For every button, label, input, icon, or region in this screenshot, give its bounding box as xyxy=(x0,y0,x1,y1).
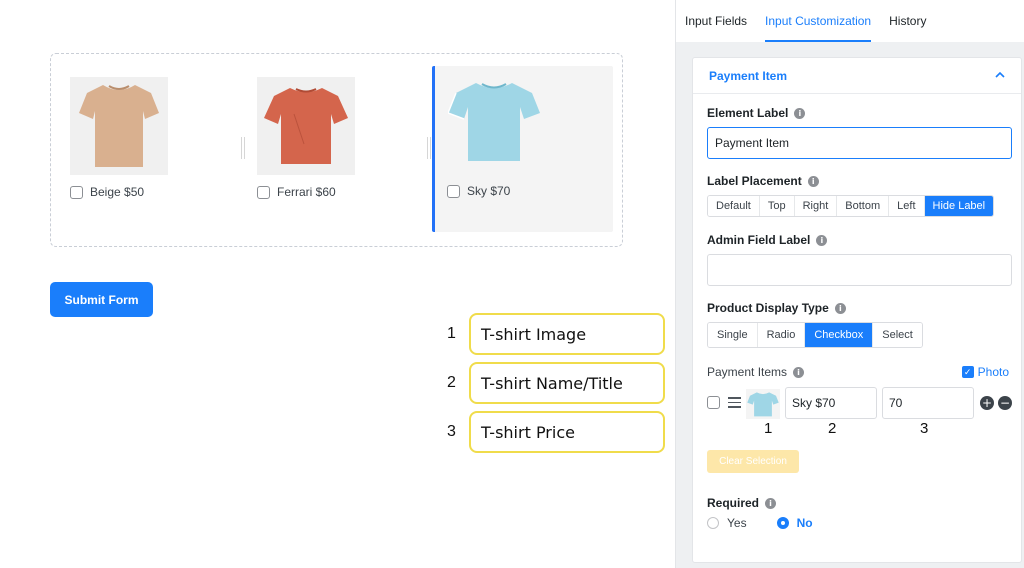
product-label: Beige $50 xyxy=(90,185,145,199)
callout-tshirt-price: T-shirt Price xyxy=(469,411,665,453)
display-single[interactable]: Single xyxy=(708,323,758,347)
product-option-ferrari[interactable]: Ferrari $60 xyxy=(245,66,426,232)
panel-tabs: Input Fields Input Customization History xyxy=(676,0,1024,42)
tab-history[interactable]: History xyxy=(889,0,926,42)
column-number: 1 xyxy=(764,420,773,437)
element-label-title: Element Label xyxy=(707,106,789,120)
info-icon[interactable]: i xyxy=(793,366,805,378)
product-choice[interactable]: Beige $50 xyxy=(70,185,144,199)
submit-form-button[interactable]: Submit Form xyxy=(50,282,153,317)
element-label-input[interactable] xyxy=(707,127,1012,159)
item-photo-thumbnail[interactable] xyxy=(746,389,780,419)
required-no-label[interactable]: No xyxy=(797,516,813,530)
checkmark-icon[interactable]: ✓ xyxy=(961,366,974,378)
info-icon[interactable]: i xyxy=(765,497,777,509)
callout-number: 2 xyxy=(447,374,456,391)
callout-number: 1 xyxy=(447,325,456,342)
info-icon[interactable]: i xyxy=(834,302,846,314)
element-label-heading: Element Label i xyxy=(707,106,806,120)
required-yes-label[interactable]: Yes xyxy=(727,516,747,530)
product-checkbox[interactable] xyxy=(447,184,460,198)
admin-field-label-title: Admin Field Label xyxy=(707,233,811,247)
info-icon[interactable]: i xyxy=(816,234,828,246)
required-yes-radio[interactable] xyxy=(707,517,719,529)
tab-input-customization[interactable]: Input Customization xyxy=(765,0,872,42)
tshirt-sky-image xyxy=(448,70,540,174)
payment-items-title: Payment Items xyxy=(707,365,788,379)
product-display-type-title: Product Display Type xyxy=(707,301,829,315)
clear-selection-button[interactable]: Clear Selection xyxy=(707,450,799,473)
drag-handle-icon[interactable] xyxy=(728,397,741,408)
item-name-input[interactable] xyxy=(785,387,877,419)
column-number: 3 xyxy=(920,420,929,437)
required-radio-group: Yes No xyxy=(707,516,835,530)
product-option-beige[interactable]: Beige $50 xyxy=(58,66,239,232)
placement-hide-label[interactable]: Hide Label xyxy=(924,196,994,216)
product-checkbox[interactable] xyxy=(70,185,83,199)
product-choice[interactable]: Ferrari $60 xyxy=(257,185,336,199)
product-label: Ferrari $60 xyxy=(277,185,336,199)
payment-item-row: + − xyxy=(707,387,1017,419)
product-checkbox[interactable] xyxy=(257,185,270,199)
callout-tshirt-image: T-shirt Image xyxy=(469,313,665,355)
placement-bottom[interactable]: Bottom xyxy=(837,196,890,216)
label-placement-title: Label Placement xyxy=(707,174,802,188)
column-number: 2 xyxy=(828,420,837,437)
payment-item-settings-card: Payment Item Element Label i Label Place… xyxy=(692,57,1022,563)
display-select[interactable]: Select xyxy=(873,323,922,347)
row-select-checkbox[interactable] xyxy=(707,396,720,409)
section-header[interactable]: Payment Item xyxy=(693,58,1021,94)
admin-field-label-heading: Admin Field Label i xyxy=(707,233,828,247)
product-display-type-heading: Product Display Type i xyxy=(707,301,846,315)
required-heading: Required i xyxy=(707,496,777,510)
product-display-type-options: Single Radio Checkbox Select xyxy=(707,322,923,348)
tab-input-fields[interactable]: Input Fields xyxy=(685,0,747,42)
placement-default[interactable]: Default xyxy=(708,196,760,216)
settings-panel: Input Fields Input Customization History… xyxy=(675,0,1024,568)
screenshot-canvas: Beige $50 Ferrari $60 Sky $70 Submit For… xyxy=(0,0,1024,568)
required-title: Required xyxy=(707,496,760,510)
admin-field-label-input[interactable] xyxy=(707,254,1012,286)
product-label: Sky $70 xyxy=(467,184,511,198)
callout-number: 3 xyxy=(447,423,456,440)
display-radio[interactable]: Radio xyxy=(757,323,806,347)
section-title: Payment Item xyxy=(709,69,788,83)
callout-tshirt-name: T-shirt Name/Title xyxy=(469,362,665,404)
info-icon[interactable]: i xyxy=(794,107,806,119)
required-no-radio[interactable] xyxy=(776,517,789,529)
placement-right[interactable]: Right xyxy=(794,196,838,216)
photo-label: Photo xyxy=(977,365,1009,379)
tshirt-ferrari-image xyxy=(257,77,355,175)
photo-toggle[interactable]: ✓ Photo xyxy=(961,365,1009,379)
form-preview: Beige $50 Ferrari $60 Sky $70 Submit For… xyxy=(0,0,675,568)
remove-item-icon[interactable]: − xyxy=(998,396,1012,410)
placement-left[interactable]: Left xyxy=(889,196,925,216)
label-placement-heading: Label Placement i xyxy=(707,174,819,188)
placement-top[interactable]: Top xyxy=(759,196,795,216)
add-item-icon[interactable]: + xyxy=(980,396,994,410)
tshirt-beige-image xyxy=(70,77,168,175)
payment-items-heading: Payment Items i xyxy=(707,365,805,379)
display-checkbox[interactable]: Checkbox xyxy=(805,323,874,347)
column-divider xyxy=(427,137,431,159)
product-option-sky[interactable]: Sky $70 xyxy=(432,66,613,232)
item-price-input[interactable] xyxy=(882,387,974,419)
label-placement-options: Default Top Right Bottom Left Hide Label xyxy=(707,195,995,217)
info-icon[interactable]: i xyxy=(807,175,819,187)
product-checkbox-group: Beige $50 Ferrari $60 Sky $70 xyxy=(50,53,623,247)
product-choice[interactable]: Sky $70 xyxy=(447,184,510,198)
chevron-up-icon[interactable] xyxy=(995,70,1005,80)
